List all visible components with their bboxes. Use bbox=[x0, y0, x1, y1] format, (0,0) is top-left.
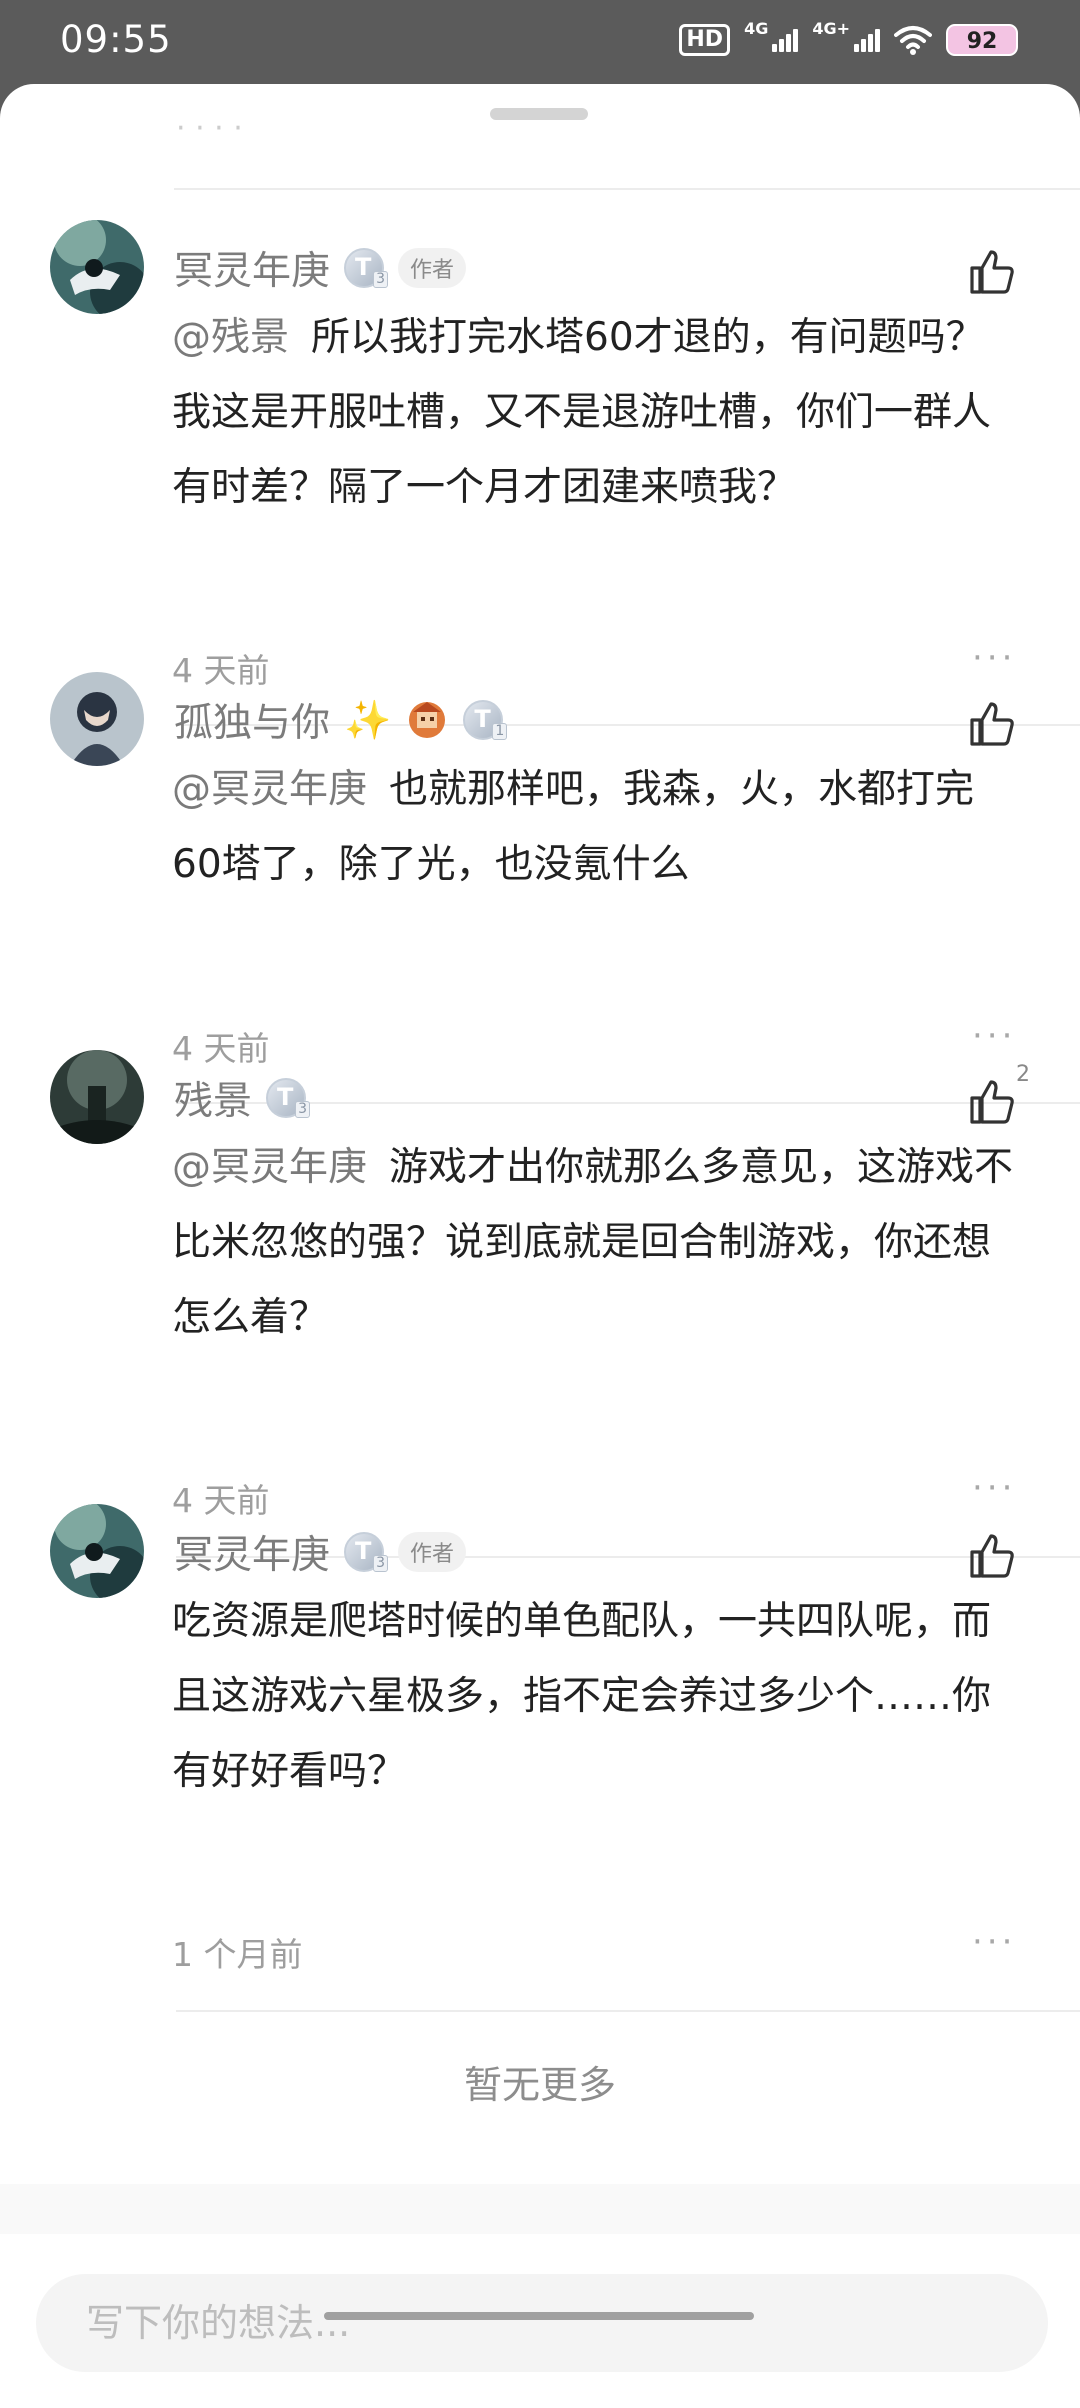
character-badge-icon bbox=[409, 702, 446, 738]
comment-time: 4 天前 bbox=[172, 1029, 270, 1068]
divider bbox=[176, 1102, 1080, 1104]
author-tag: 作者 bbox=[398, 248, 467, 288]
no-more-label: 暂无更多 bbox=[463, 2063, 616, 2107]
comment-header: 孤独与你 ✨ T1 bbox=[174, 692, 508, 748]
comment-time: 1 个月前 bbox=[172, 1935, 303, 1974]
thumbs-up-icon[interactable] bbox=[966, 1530, 1018, 1582]
divider bbox=[176, 2010, 1080, 2012]
previous-item-stub: · · · · bbox=[176, 124, 243, 146]
more-dots-icon[interactable]: ··· bbox=[972, 638, 1016, 678]
thumbs-up-icon[interactable] bbox=[966, 698, 1018, 750]
sparkle-icon: ✨ bbox=[344, 697, 392, 742]
level-badge-icon: T3 bbox=[266, 1078, 311, 1118]
comment-header: 冥灵年庚 T3 作者 bbox=[174, 1524, 467, 1580]
avatar[interactable] bbox=[50, 672, 144, 766]
like-count: 2 bbox=[1016, 1062, 1030, 1087]
signal-4g-plus-icon: 4G+ bbox=[812, 19, 880, 52]
comment-body: @冥灵年庚 也就那样吧，我森，火，水都打完60塔了，除了光，也没氪什么 bbox=[172, 752, 1022, 902]
comment-input-bar: 写下你的想法... bbox=[0, 2234, 1080, 2408]
mention-link[interactable]: @冥灵年庚 bbox=[172, 767, 367, 812]
comment-body: @冥灵年庚 游戏才出你就那么多意见，这游戏不比米忽悠的强？说到底就是回合制游戏，你… bbox=[172, 1130, 1022, 1355]
thumbs-up-icon[interactable] bbox=[966, 246, 1018, 298]
comment-text: 吃资源是爬塔时候的单色配队，一共四队呢，而且这游戏六星极多，指不定会养过多少个…… bbox=[172, 1599, 992, 1794]
status-bar: 09:55 HD 4G 4G+ 92 bbox=[0, 0, 1080, 84]
avatar[interactable] bbox=[50, 1050, 144, 1144]
status-time: 09:55 bbox=[60, 18, 172, 61]
comment-text: 所以我打完水塔60才退的，有问题吗？我这是开服吐槽，又不是退游吐槽，你们一群人有… bbox=[172, 315, 992, 510]
username[interactable]: 冥灵年庚 bbox=[174, 1524, 330, 1580]
username[interactable]: 冥灵年庚 bbox=[174, 240, 330, 296]
level-badge-icon: T3 bbox=[344, 1532, 389, 1572]
more-dots-icon[interactable]: ··· bbox=[972, 1922, 1016, 1962]
thumbs-up-icon[interactable] bbox=[966, 1076, 1018, 1128]
mention-link[interactable]: @冥灵年庚 bbox=[172, 1145, 367, 1190]
avatar[interactable] bbox=[50, 220, 144, 314]
level-badge-icon: T3 bbox=[344, 248, 389, 288]
avatar[interactable] bbox=[50, 1504, 144, 1598]
comments-sheet: · · · · 冥灵年庚 T3 作者 @残景 所以我打完水塔60才退的，有问题吗？… bbox=[0, 84, 1080, 2408]
comment-time: 4 天前 bbox=[172, 651, 270, 690]
battery-indicator: 92 bbox=[946, 24, 1018, 56]
comment-body: 吃资源是爬塔时候的单色配队，一共四队呢，而且这游戏六星极多，指不定会养过多少个…… bbox=[172, 1584, 1022, 1809]
drag-handle[interactable] bbox=[490, 108, 588, 120]
more-dots-icon[interactable]: ··· bbox=[972, 1468, 1016, 1508]
comment-input[interactable]: 写下你的想法... bbox=[36, 2274, 1048, 2372]
hd-icon: HD bbox=[679, 24, 731, 56]
signal-4g-icon: 4G bbox=[744, 19, 799, 52]
comment-body: @残景 所以我打完水塔60才退的，有问题吗？我这是开服吐槽，又不是退游吐槽，你们一… bbox=[172, 300, 1022, 525]
comment-header: 冥灵年庚 T3 作者 bbox=[174, 240, 467, 296]
more-dots-icon[interactable]: ··· bbox=[972, 1016, 1016, 1056]
username[interactable]: 孤独与你 bbox=[174, 692, 330, 748]
level-badge-icon: T1 bbox=[463, 700, 508, 740]
wifi-icon bbox=[894, 26, 932, 55]
comment-header: 残景 T3 bbox=[174, 1070, 311, 1126]
divider bbox=[174, 188, 1080, 190]
status-icons: HD 4G 4G+ 92 bbox=[679, 19, 1018, 60]
username[interactable]: 残景 bbox=[174, 1070, 252, 1126]
home-indicator[interactable] bbox=[324, 2312, 754, 2320]
comment-time: 4 天前 bbox=[172, 1481, 270, 1520]
author-tag: 作者 bbox=[398, 1532, 467, 1572]
mention-link[interactable]: @残景 bbox=[172, 315, 289, 360]
